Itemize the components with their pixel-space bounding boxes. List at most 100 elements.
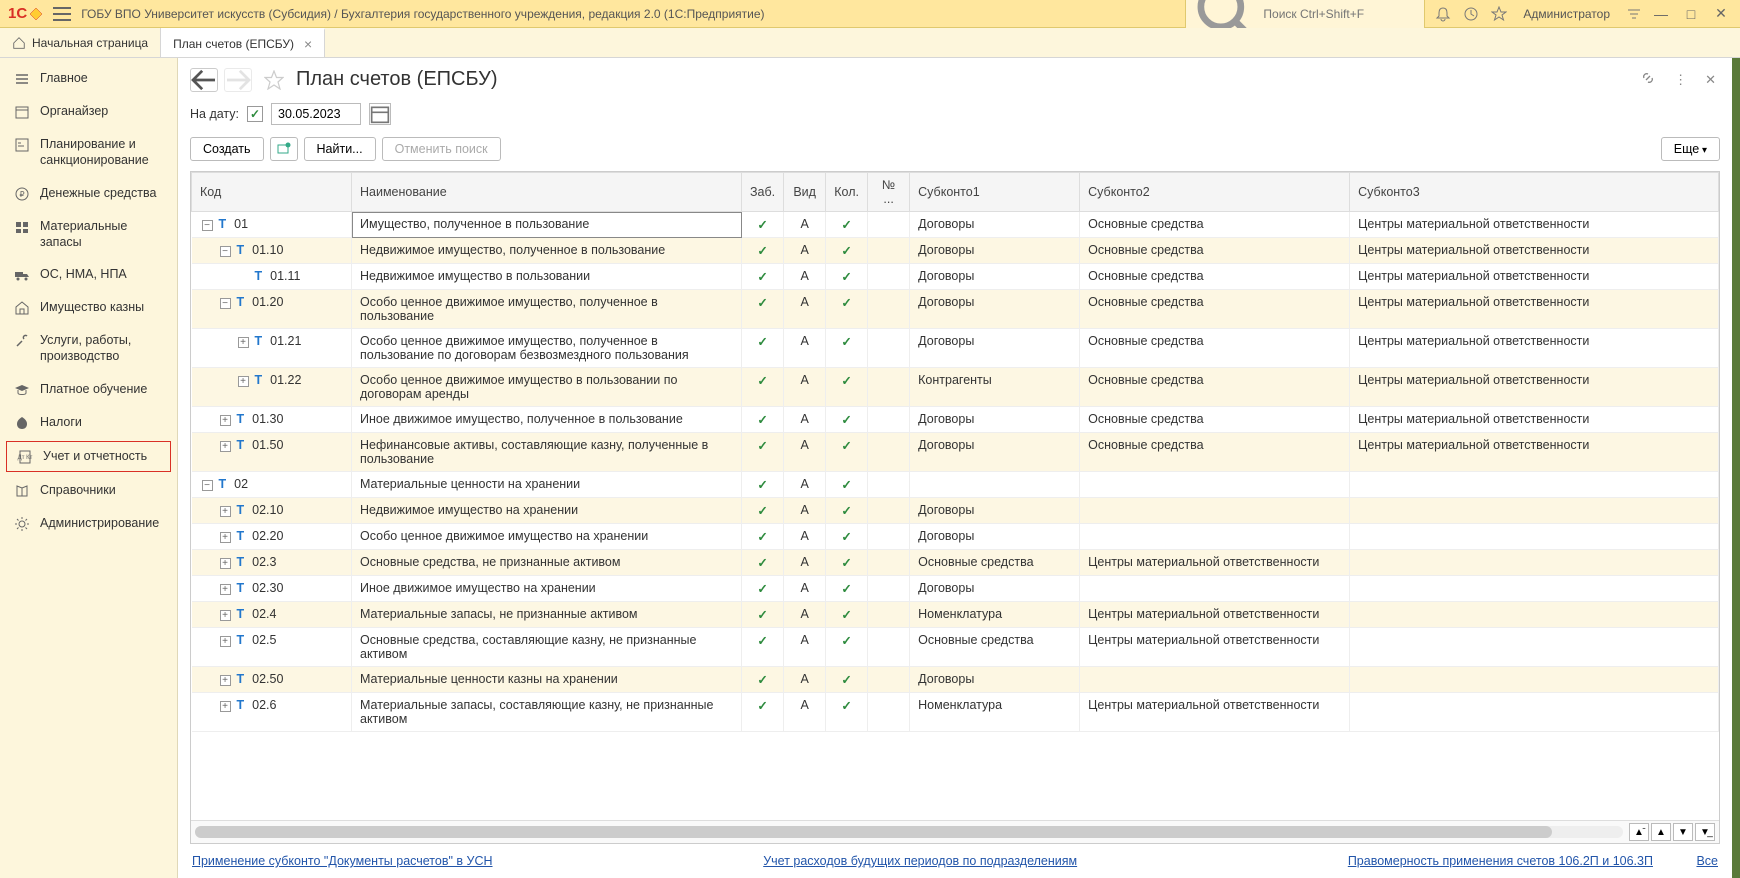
table-row[interactable]: Т02.6Материальные запасы, составляющие к… bbox=[192, 693, 1719, 732]
tree-toggle-icon[interactable] bbox=[220, 246, 231, 257]
settings-lines-icon[interactable] bbox=[1626, 6, 1642, 22]
tree-toggle-icon[interactable] bbox=[238, 376, 249, 387]
bell-icon[interactable] bbox=[1435, 6, 1451, 22]
sidebar-item-5[interactable]: ОС, НМА, НПА bbox=[0, 258, 177, 291]
search-input[interactable] bbox=[1263, 7, 1418, 21]
table-row[interactable]: Т01.22Особо ценное движимое имущество в … bbox=[192, 368, 1719, 407]
close-button[interactable]: ✕ bbox=[1710, 3, 1732, 25]
tree-toggle-icon[interactable] bbox=[220, 584, 231, 595]
create-button[interactable]: Создать bbox=[190, 137, 264, 161]
col-sub3[interactable]: Субконто3 bbox=[1350, 173, 1719, 212]
tree-toggle-icon[interactable] bbox=[220, 701, 231, 712]
favorite-star-icon[interactable] bbox=[264, 70, 284, 90]
tab-plan-schetov[interactable]: План счетов (ЕПСБУ) × bbox=[161, 28, 325, 57]
check-icon: ✓ bbox=[834, 269, 859, 284]
date-calendar-button[interactable] bbox=[369, 103, 391, 125]
col-sub2[interactable]: Субконто2 bbox=[1080, 173, 1350, 212]
table-row[interactable]: Т02.5Основные средства, составляющие каз… bbox=[192, 628, 1719, 667]
table-nav-down[interactable]: ▼ bbox=[1673, 823, 1693, 841]
tree-toggle-icon[interactable] bbox=[202, 480, 213, 491]
table-row[interactable]: Т02.20Особо ценное движимое имущество на… bbox=[192, 524, 1719, 550]
col-vid[interactable]: Вид bbox=[784, 173, 826, 212]
sidebar-item-0[interactable]: Главное bbox=[0, 62, 177, 95]
bottom-link-center[interactable]: Учет расходов будущих периодов по подраз… bbox=[763, 854, 1077, 868]
tree-toggle-icon[interactable] bbox=[220, 441, 231, 452]
account-name: Иное движимое имущество, полученное в по… bbox=[352, 407, 742, 433]
tree-toggle-icon[interactable] bbox=[238, 337, 249, 348]
table-row[interactable]: Т01.20Особо ценное движимое имущество, п… bbox=[192, 290, 1719, 329]
close-page-icon[interactable]: ✕ bbox=[1701, 68, 1720, 92]
tab-home[interactable]: Начальная страница bbox=[0, 28, 161, 57]
table-nav-top[interactable]: ▲̄ bbox=[1629, 823, 1649, 841]
table-row[interactable]: Т01.21Особо ценное движимое имущество, п… bbox=[192, 329, 1719, 368]
sidebar-item-8[interactable]: Платное обучение bbox=[0, 373, 177, 406]
col-num[interactable]: № ... bbox=[868, 173, 910, 212]
bottom-link-right[interactable]: Правомерность применения счетов 106.2П и… bbox=[1348, 854, 1653, 868]
tree-toggle-icon[interactable] bbox=[220, 298, 231, 309]
table-row[interactable]: Т01.50Нефинансовые активы, составляющие … bbox=[192, 433, 1719, 472]
table-row[interactable]: Т02Материальные ценности на хранении✓А✓ bbox=[192, 472, 1719, 498]
table-row[interactable]: Т02.4Материальные запасы, не признанные … bbox=[192, 602, 1719, 628]
bottom-link-all[interactable]: Все bbox=[1696, 854, 1718, 868]
link-icon[interactable] bbox=[1636, 66, 1660, 93]
table-row[interactable]: Т01.10Недвижимое имущество, полученное в… bbox=[192, 238, 1719, 264]
table-row[interactable]: Т01Имущество, полученное в пользование✓А… bbox=[192, 212, 1719, 238]
tree-toggle-icon[interactable] bbox=[220, 610, 231, 621]
sidebar-item-2[interactable]: Планирование и санкционирование bbox=[0, 128, 177, 177]
current-user[interactable]: Администратор bbox=[1523, 7, 1610, 21]
nav-forward-button[interactable] bbox=[224, 68, 252, 92]
tree-toggle-icon[interactable] bbox=[220, 675, 231, 686]
sidebar-item-11[interactable]: Справочники bbox=[0, 474, 177, 507]
bottom-link-left[interactable]: Применение субконто "Документы расчетов"… bbox=[192, 854, 493, 868]
col-sub1[interactable]: Субконто1 bbox=[910, 173, 1080, 212]
sidebar-item-10[interactable]: Дт КтУчет и отчетность bbox=[6, 441, 171, 472]
table-row[interactable]: +Т01.11Недвижимое имущество в пользовани… bbox=[192, 264, 1719, 290]
table-row[interactable]: Т02.30Иное движимое имущество на хранени… bbox=[192, 576, 1719, 602]
minimize-button[interactable]: — bbox=[1650, 3, 1672, 25]
col-code[interactable]: Код bbox=[192, 173, 352, 212]
tree-toggle-icon[interactable] bbox=[220, 532, 231, 543]
sidebar-item-4[interactable]: Материальные запасы bbox=[0, 210, 177, 259]
tree-toggle-icon[interactable] bbox=[220, 415, 231, 426]
sidebar-item-3[interactable]: ₽Денежные средства bbox=[0, 177, 177, 210]
col-kol[interactable]: Кол. bbox=[826, 173, 868, 212]
table-row[interactable]: Т02.3Основные средства, не признанные ак… bbox=[192, 550, 1719, 576]
table-row[interactable]: Т02.10Недвижимое имущество на хранении✓А… bbox=[192, 498, 1719, 524]
sidebar-item-6[interactable]: Имущество казны bbox=[0, 291, 177, 324]
history-icon[interactable] bbox=[1463, 6, 1479, 22]
cancel-search-button[interactable]: Отменить поиск bbox=[382, 137, 501, 161]
table-row[interactable]: Т01.30Иное движимое имущество, полученно… bbox=[192, 407, 1719, 433]
sidebar-item-7[interactable]: Услуги, работы, производство bbox=[0, 324, 177, 373]
sidebar-item-1[interactable]: Органайзер bbox=[0, 95, 177, 128]
tree-toggle-icon[interactable] bbox=[220, 558, 231, 569]
tree-toggle-icon[interactable] bbox=[202, 220, 213, 231]
subconto2: Основные средства bbox=[1080, 238, 1350, 264]
horizontal-scrollbar[interactable] bbox=[195, 826, 1623, 838]
maximize-button[interactable]: □ bbox=[1680, 3, 1702, 25]
check-icon: ✓ bbox=[750, 243, 775, 258]
account-name: Особо ценное движимое имущество в пользо… bbox=[352, 368, 742, 407]
create-group-button[interactable] bbox=[270, 137, 298, 161]
tree-toggle-icon[interactable] bbox=[220, 636, 231, 647]
check-icon: ✓ bbox=[834, 295, 859, 310]
tab-close-icon[interactable]: × bbox=[304, 36, 312, 52]
menu-icon[interactable] bbox=[53, 7, 71, 21]
more-dots-icon[interactable]: ⋮ bbox=[1670, 68, 1691, 92]
col-name[interactable]: Наименование bbox=[352, 173, 742, 212]
sidebar-item-12[interactable]: Администрирование bbox=[0, 507, 177, 540]
sidebar-item-9[interactable]: Налоги bbox=[0, 406, 177, 439]
table-row[interactable]: Т02.50Материальные ценности казны на хра… bbox=[192, 667, 1719, 693]
table-nav-bottom[interactable]: ▼̲ bbox=[1695, 823, 1715, 841]
account-name: Материальные ценности на хранении bbox=[352, 472, 742, 498]
account-vid: А bbox=[784, 407, 826, 433]
tree-toggle-icon[interactable] bbox=[220, 506, 231, 517]
table-nav-up[interactable]: ▲ bbox=[1651, 823, 1671, 841]
col-zab[interactable]: Заб. bbox=[742, 173, 784, 212]
date-input[interactable] bbox=[271, 103, 361, 125]
more-button[interactable]: Еще bbox=[1661, 137, 1720, 161]
find-button[interactable]: Найти... bbox=[304, 137, 376, 161]
date-checkbox[interactable] bbox=[247, 106, 263, 122]
nav-back-button[interactable] bbox=[190, 68, 218, 92]
star-favorites-icon[interactable] bbox=[1491, 6, 1507, 22]
account-name: Недвижимое имущество в пользовании bbox=[352, 264, 742, 290]
